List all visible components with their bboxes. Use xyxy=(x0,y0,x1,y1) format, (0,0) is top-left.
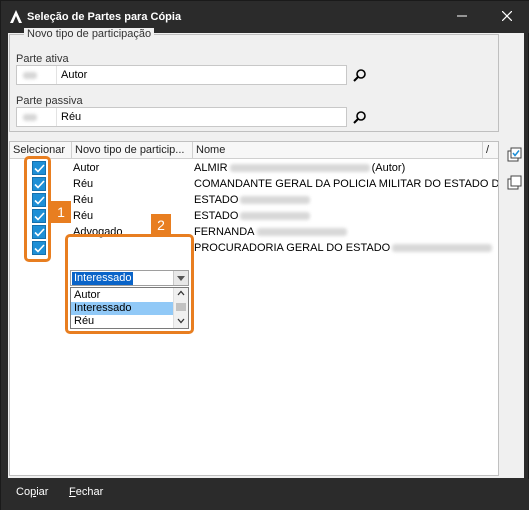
select-all-icon[interactable] xyxy=(507,147,523,163)
callout-frame-2 xyxy=(65,234,194,334)
redacted-text xyxy=(229,164,370,173)
redacted-text xyxy=(240,196,311,205)
search-icon xyxy=(353,69,366,82)
parte-ativa-search-button[interactable] xyxy=(350,65,370,85)
window-title: Seleção de Partes para Cópia xyxy=(27,11,182,23)
parte-passiva-code[interactable] xyxy=(17,108,57,126)
nome-cell: COMANDANTE GERAL DA POLICIA MILITAR DO E… xyxy=(193,176,498,192)
redacted-text xyxy=(256,228,347,237)
parte-passiva-search-button[interactable] xyxy=(350,107,370,127)
column-header-nome[interactable]: Nome xyxy=(193,142,483,159)
close-button[interactable] xyxy=(489,1,525,31)
nome-cell: ESTADO xyxy=(193,192,498,208)
callout-badge-1: 1 xyxy=(51,201,71,223)
parte-passiva-field[interactable]: Réu xyxy=(16,107,347,127)
app-logo-icon xyxy=(10,10,22,23)
tipo-cell[interactable]: Autor xyxy=(72,160,192,176)
callout-badge-2: 2 xyxy=(151,214,171,236)
redacted-text xyxy=(240,212,311,221)
nome-text: ESTADO xyxy=(194,194,239,206)
minimize-button[interactable] xyxy=(445,1,479,31)
table-row[interactable]: Autor ALMIR (Autor) xyxy=(10,160,498,176)
dialog-content: Novo tipo de participação Parte ativa Au… xyxy=(8,28,524,478)
deselect-all-icon[interactable] xyxy=(507,175,523,191)
table-row[interactable]: Réu ESTADO xyxy=(10,208,498,224)
nome-cell: ESTADO xyxy=(193,208,498,224)
close-dialog-button[interactable]: Fechar xyxy=(69,486,103,498)
nome-text: ALMIR xyxy=(194,162,228,174)
tipo-cell[interactable]: Réu xyxy=(72,176,192,192)
table-row[interactable]: Réu COMANDANTE GERAL DA POLICIA MILITAR … xyxy=(10,176,498,192)
minimize-icon xyxy=(457,15,467,17)
table-row[interactable]: Réu ESTADO xyxy=(10,192,498,208)
callout-frame-1 xyxy=(24,156,51,262)
nome-text: COMANDANTE GERAL DA POLICIA MILITAR DO E… xyxy=(194,178,498,190)
group-legend: Novo tipo de participação xyxy=(24,28,155,40)
search-icon xyxy=(353,111,366,124)
nome-text: ESTADO xyxy=(194,210,239,222)
copy-button[interactable]: Copiar xyxy=(16,486,48,498)
tipo-cell[interactable]: Réu xyxy=(72,192,192,208)
parte-ativa-value: Autor xyxy=(61,69,88,81)
parte-passiva-label: Parte passiva xyxy=(16,95,83,107)
nome-text: FERNANDA xyxy=(194,226,255,238)
nome-cell: ALMIR (Autor) xyxy=(193,160,498,176)
parte-ativa-code[interactable] xyxy=(17,66,57,84)
dialog-window: Seleção de Partes para Cópia Novo tipo d… xyxy=(0,0,529,510)
parte-ativa-label: Parte ativa xyxy=(16,53,69,65)
nome-text: PROCURADORIA GERAL DO ESTADO xyxy=(194,242,391,254)
close-icon xyxy=(502,11,512,21)
redacted-text xyxy=(392,244,493,253)
footer-bar: Copiar Fechar xyxy=(1,479,529,510)
tipo-cell[interactable]: Réu xyxy=(72,208,192,224)
nome-suffix: (Autor) xyxy=(371,162,406,174)
parte-ativa-field[interactable]: Autor xyxy=(16,65,347,85)
nome-cell: FERNANDA xyxy=(193,224,498,240)
parte-passiva-value: Réu xyxy=(61,111,82,123)
nome-cell: PROCURADORIA GERAL DO ESTADO xyxy=(193,240,498,256)
column-header-tipo[interactable]: Novo tipo de particip... xyxy=(72,142,193,159)
column-header-sort[interactable]: / xyxy=(483,142,498,159)
